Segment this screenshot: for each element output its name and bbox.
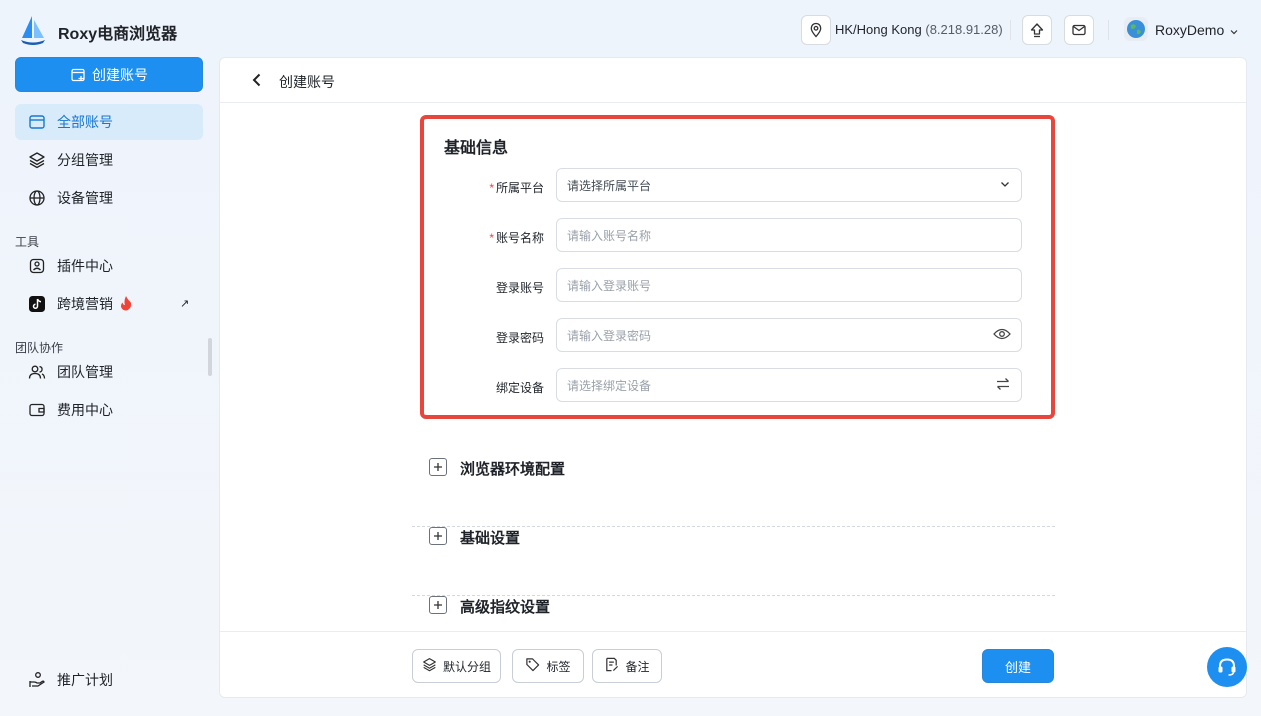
sidebar-item-groups[interactable]: 分组管理: [15, 142, 203, 178]
page-title: 创建账号: [279, 74, 335, 90]
account-name-label: * 账号名称: [434, 229, 544, 246]
tag-icon: [525, 657, 540, 675]
sidebar-item-plugins[interactable]: 插件中心: [15, 248, 203, 284]
login-password-label: 登录密码: [495, 331, 544, 345]
chevron-down-icon: [999, 178, 1011, 193]
sidebar-item-label: 费用中心: [57, 402, 113, 418]
collapsible-basic-settings[interactable]: 基础设置: [412, 527, 1055, 596]
chevron-down-icon[interactable]: [1229, 24, 1239, 42]
account-name-placeholder: 请输入账号名称: [567, 228, 652, 243]
sidebar-item-label: 插件中心: [57, 258, 113, 274]
app-title: Roxy电商浏览器: [58, 26, 178, 43]
browser-window-icon: [27, 112, 47, 132]
tiktok-icon: [27, 294, 47, 314]
layers-icon: [27, 150, 47, 170]
account-name-input[interactable]: 请输入账号名称: [556, 218, 1022, 252]
login-account-label: 登录账号: [495, 281, 544, 295]
sidebar-item-label: 全部账号: [57, 114, 113, 130]
sidebar-item-team[interactable]: 团队管理: [15, 354, 203, 390]
hot-fire-icon: [119, 295, 133, 314]
default-group-label: 默认分组: [442, 659, 491, 674]
default-group-button[interactable]: 默认分组: [412, 649, 501, 683]
app-logo-icon: [18, 14, 48, 46]
expand-plus-icon[interactable]: [429, 596, 447, 614]
bind-device-label: 绑定设备: [495, 381, 544, 395]
handshake-icon: [27, 670, 47, 690]
collapsible-title: 基础设置: [460, 530, 521, 547]
add-window-icon: [71, 68, 85, 81]
message-button[interactable]: [1064, 15, 1094, 45]
sidebar-item-label: 分组管理: [57, 152, 113, 168]
form-footer: 默认分组 标签 备注 创建: [220, 631, 1246, 697]
expand-plus-icon[interactable]: [429, 527, 447, 545]
headset-icon: [1218, 658, 1236, 676]
platform-placeholder: 请选择所属平台: [567, 178, 652, 193]
avatar[interactable]: [1124, 17, 1148, 41]
collapsible-title: 高级指纹设置: [460, 599, 551, 616]
layers-icon: [422, 657, 437, 675]
field-label: 账号名称: [495, 231, 544, 245]
divider: [1010, 20, 1011, 40]
upload-icon: [1030, 23, 1044, 38]
login-password-input[interactable]: 请输入登录密码: [556, 318, 1022, 352]
sidebar-item-devices[interactable]: 设备管理: [15, 180, 203, 216]
mail-icon: [1072, 24, 1086, 36]
page-header: 创建账号: [220, 58, 1246, 103]
bind-device-select[interactable]: 请选择绑定设备: [556, 368, 1022, 402]
sidebar-item-label: 跨境营销: [57, 296, 113, 312]
plugin-icon: [27, 256, 47, 276]
location-text: HK/Hong Kong (8.218.91.28): [835, 22, 1003, 37]
sidebar-item-label: 设备管理: [57, 190, 113, 206]
login-password-placeholder: 请输入登录密码: [567, 328, 652, 343]
tags-button[interactable]: 标签: [512, 649, 584, 683]
notes-label: 备注: [625, 659, 650, 674]
globe-icon: [27, 188, 47, 208]
note-icon: [604, 657, 619, 675]
create-submit-button[interactable]: 创建: [982, 649, 1054, 683]
back-arrow-icon[interactable]: [250, 72, 264, 93]
globe-avatar-icon: [1127, 20, 1145, 38]
notes-button[interactable]: 备注: [592, 649, 662, 683]
customer-support-button[interactable]: [1207, 647, 1247, 687]
create-account-label: 创建账号: [92, 66, 148, 83]
swap-icon[interactable]: [995, 377, 1011, 394]
sidebar-item-promotion[interactable]: 推广计划: [15, 662, 203, 698]
sidebar-item-label: 团队管理: [57, 364, 113, 380]
required-mark: *: [489, 231, 494, 245]
collapsible-browser-env[interactable]: 浏览器环境配置: [412, 458, 1055, 527]
field-label: 所属平台: [495, 181, 544, 195]
sidebar-item-billing[interactable]: 费用中心: [15, 392, 203, 428]
top-bar: Roxy电商浏览器 HK/Hong Kong (8.218.91.28) Rox…: [0, 0, 1261, 58]
platform-select[interactable]: 请选择所属平台: [556, 168, 1022, 202]
required-mark: *: [489, 181, 494, 195]
location-button[interactable]: [801, 15, 831, 45]
sidebar-item-marketing[interactable]: 跨境营销: [15, 286, 203, 322]
tags-label: 标签: [546, 659, 571, 674]
login-account-input[interactable]: 请输入登录账号: [556, 268, 1022, 302]
upload-button[interactable]: [1022, 15, 1052, 45]
collapsible-title: 浏览器环境配置: [460, 461, 566, 478]
wallet-icon: [27, 400, 47, 420]
users-icon: [27, 362, 47, 382]
sidebar-item-all-accounts[interactable]: 全部账号: [15, 104, 203, 140]
section-title: 基础信息: [444, 140, 509, 157]
external-link-icon[interactable]: ↗: [180, 297, 189, 310]
login-account-placeholder: 请输入登录账号: [567, 278, 652, 293]
bind-device-placeholder: 请选择绑定设备: [567, 378, 652, 393]
location-pin-icon: [810, 22, 822, 38]
user-name[interactable]: RoxyDemo: [1155, 22, 1224, 38]
sidebar-item-label: 推广计划: [57, 672, 113, 688]
sidebar-scrollbar[interactable]: [208, 338, 212, 376]
main-panel: 创建账号 基础信息 * 所属平台 请选择所属平台 * 账号名称 请输入账号名称 登录…: [219, 57, 1247, 698]
create-account-button[interactable]: 创建账号: [15, 57, 203, 92]
divider: [1108, 20, 1109, 40]
eye-icon[interactable]: [993, 327, 1011, 344]
platform-label: * 所属平台: [434, 179, 544, 196]
location-name: HK/Hong Kong: [835, 22, 922, 37]
expand-plus-icon[interactable]: [429, 458, 447, 476]
location-ip: (8.218.91.28): [925, 22, 1003, 37]
